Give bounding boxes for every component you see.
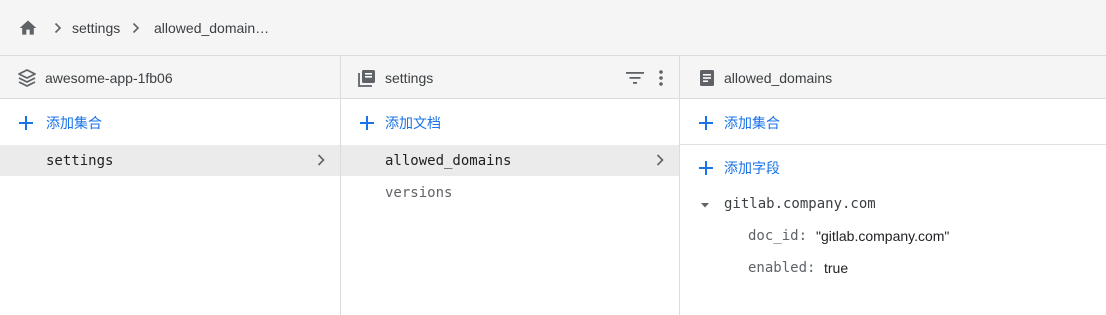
add-collection-button[interactable]: 添加集合 [0,103,340,143]
more-vert-icon[interactable] [657,69,665,87]
collection-panel: settings 添加文档 allowed_domains versions [341,56,679,315]
chevron-right-icon [54,22,62,34]
section-divider [680,144,1106,145]
document-item-allowed-domains[interactable]: allowed_domains [341,145,679,176]
collection-title: settings [385,70,434,86]
caret-down-icon[interactable] [699,199,711,211]
plus-icon [360,116,374,130]
plus-icon [19,116,33,130]
filter-icon[interactable] [625,69,645,87]
document-title: allowed_domains [724,70,833,86]
add-subcollection-button[interactable]: 添加集合 [680,103,1106,143]
field-row-doc-id[interactable]: doc_id: "gitlab.company.com" [680,222,1106,252]
field-key: enabled: [748,260,816,276]
chevron-right-icon [317,154,325,166]
home-icon[interactable] [18,18,38,38]
collection-icon [358,70,375,87]
plus-icon [699,161,713,175]
plus-icon [699,116,713,130]
map-field-row: gitlab.company.com [680,190,1106,220]
breadcrumb-item-settings[interactable]: settings [72,18,120,38]
project-title: awesome-app-1fb06 [45,70,173,86]
panel-header: allowed_domains [680,56,1106,99]
chevron-right-icon [656,154,664,166]
document-item-versions[interactable]: versions [341,177,679,208]
field-key: doc_id: [748,228,808,244]
map-field-key[interactable]: gitlab.company.com [724,195,876,213]
chevron-right-icon [132,22,140,34]
add-field-label: 添加字段 [724,160,780,176]
list-item-label: allowed_domains [385,153,512,169]
add-field-button[interactable]: 添加字段 [680,148,1106,188]
document-panel: allowed_domains 添加集合 添加字段 gitlab.company… [680,56,1106,315]
breadcrumb-item-allowed-domains[interactable]: allowed_domain… [154,18,269,38]
list-item-label: versions [385,185,453,201]
panel-header: settings [341,56,679,99]
panel-header: awesome-app-1fb06 [0,56,340,99]
field-value: true [824,260,849,276]
list-item-label: settings [46,153,114,169]
breadcrumb: settings allowed_domain… [0,0,1106,56]
field-value: "gitlab.company.com" [816,228,950,244]
add-collection-label: 添加集合 [724,115,780,131]
root-panel: awesome-app-1fb06 添加集合 settings [0,56,340,315]
add-collection-label: 添加集合 [46,115,102,131]
collection-item-settings[interactable]: settings [0,145,340,176]
document-icon [700,70,714,86]
add-document-button[interactable]: 添加文档 [341,103,679,143]
add-document-label: 添加文档 [385,115,441,131]
database-icon [18,69,36,87]
field-row-enabled[interactable]: enabled: true [680,254,1106,284]
